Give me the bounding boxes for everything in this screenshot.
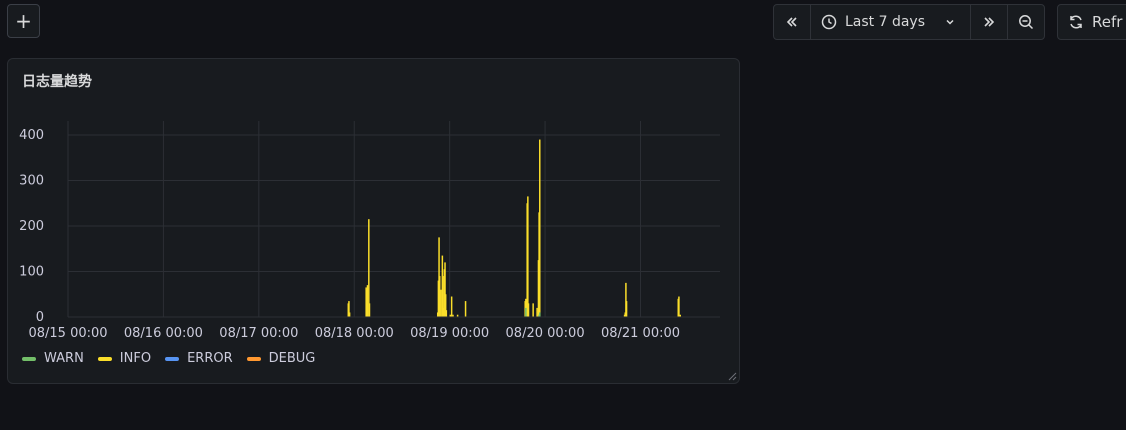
legend-item-info[interactable]: INFO [97, 351, 152, 366]
bar-info [368, 219, 370, 317]
y-tick-label: 100 [19, 265, 44, 280]
y-tick-label: 200 [19, 219, 44, 234]
time-picker-group: Last 7 days [773, 4, 1045, 40]
bar-info [625, 301, 628, 317]
add-panel-button[interactable]: + [7, 4, 40, 38]
bar-info [539, 139, 541, 317]
chevron-double-right-icon [984, 17, 995, 27]
bar-info [678, 296, 680, 317]
legend-item-debug[interactable]: DEBUG [246, 351, 316, 366]
bar-warn [539, 312, 541, 317]
x-tick-label: 08/18 00:00 [315, 326, 394, 341]
bar-info [464, 301, 467, 317]
legend-swatch [246, 356, 261, 361]
resize-handle-icon[interactable] [727, 371, 737, 381]
x-tick-label: 08/21 00:00 [601, 326, 680, 341]
bar-info [445, 310, 448, 317]
legend-label: INFO [119, 351, 152, 366]
bar-info [532, 303, 534, 317]
y-tick-label: 300 [19, 174, 44, 189]
bar-info [368, 303, 371, 317]
log-volume-chart[interactable]: 0 100 200 300 400 08/15 00:00 08/16 00:00 08/17… [8, 59, 739, 349]
bar-info [527, 196, 529, 317]
zoom-out-button[interactable] [1008, 5, 1044, 39]
chevron-double-left-icon [786, 17, 797, 27]
x-tick-label: 08/15 00:00 [28, 326, 107, 341]
refresh-label: Refr [1092, 13, 1123, 31]
time-range-label: Last 7 days [845, 14, 926, 30]
chevron-down-icon [946, 19, 954, 25]
bar-info [450, 296, 453, 317]
legend-swatch [165, 356, 180, 361]
bar-info [440, 289, 442, 317]
legend-label: DEBUG [268, 351, 316, 366]
y-tick-label: 400 [19, 128, 44, 143]
chart-legend: WARN INFO ERROR DEBUG [22, 351, 319, 366]
bar-info [536, 307, 538, 317]
zoom-out-icon [1019, 15, 1034, 30]
bar-info [366, 285, 369, 317]
refresh-button[interactable]: Refr [1057, 4, 1126, 40]
x-tick-label: 08/19 00:00 [410, 326, 489, 341]
time-shift-forward-button[interactable] [971, 5, 1008, 39]
time-shift-back-button[interactable] [774, 5, 811, 39]
legend-label: ERROR [187, 351, 233, 366]
time-range-picker[interactable]: Last 7 days [811, 5, 971, 39]
log-volume-panel: 日志量趋势 0 100 200 300 400 08/15 00:00 08/16 00:0… [7, 58, 740, 384]
bar-warn [525, 307, 527, 317]
legend-label: WARN [44, 351, 84, 366]
bar-info [348, 312, 351, 317]
legend-swatch [97, 356, 112, 361]
legend-item-warn[interactable]: WARN [22, 351, 84, 366]
time-picker-toolbar: Last 7 days [773, 4, 1045, 40]
y-tick-label: 0 [36, 310, 44, 325]
x-tick-label: 08/17 00:00 [219, 326, 298, 341]
bar-info [438, 276, 441, 317]
x-tick-label: 08/20 00:00 [506, 326, 585, 341]
legend-swatch [22, 356, 36, 361]
x-tick-label: 08/16 00:00 [124, 326, 203, 341]
refresh-icon [1070, 15, 1082, 29]
legend-item-error[interactable]: ERROR [165, 351, 233, 366]
bar-info [527, 303, 530, 317]
clock-icon [821, 14, 837, 30]
